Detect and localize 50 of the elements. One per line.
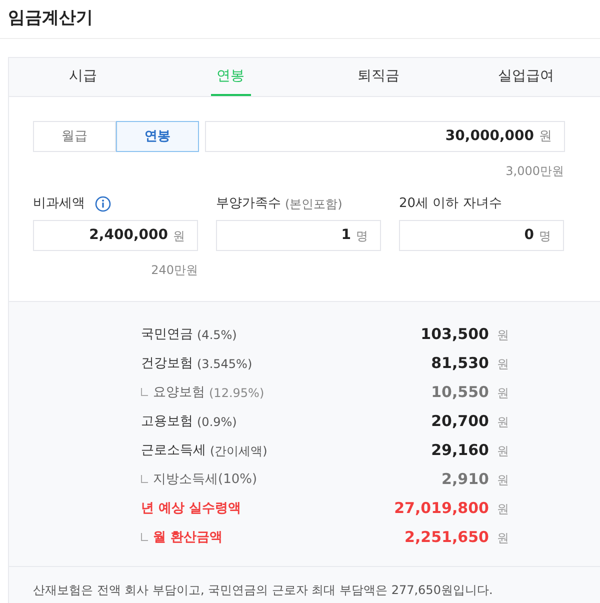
result-unit: 원 bbox=[497, 472, 509, 488]
result-unit: 원 bbox=[497, 326, 509, 344]
result-amount: 20,700 bbox=[431, 411, 489, 432]
result-label: 월 환산금액 bbox=[153, 528, 223, 547]
result-rate: (간이세액) bbox=[210, 443, 268, 460]
result-unit: 원 bbox=[497, 442, 509, 460]
pay-type-toggle[interactable]: 월급 bbox=[33, 121, 116, 152]
result-unit: 원 bbox=[497, 500, 509, 518]
footnote: 산재보험은 전액 회사 부담이고, 국민연금의 근로자 최대 부담액은 277,650원입니다. bbox=[33, 582, 494, 599]
corner-icon bbox=[141, 475, 148, 484]
result-amount: 103,500 bbox=[420, 324, 489, 346]
corner-icon bbox=[141, 533, 148, 542]
salary-hint: 3,000만원 bbox=[506, 163, 564, 180]
result-amount: 2,251,650 bbox=[404, 527, 489, 548]
field-label: 비과세액 bbox=[33, 195, 85, 214]
result-label: 지방소득세(10%) bbox=[153, 470, 258, 489]
number-input[interactable]: 0 명 bbox=[399, 220, 564, 251]
result-label: 국민연금 bbox=[141, 326, 193, 344]
result-unit: 원 bbox=[497, 384, 509, 402]
result-unit: 원 bbox=[497, 356, 509, 372]
result-unit: 원 bbox=[497, 414, 509, 430]
result-amount: 81,530 bbox=[431, 353, 489, 374]
tab[interactable]: 실업급여 bbox=[492, 58, 560, 96]
field-hint: 240만원 bbox=[151, 262, 198, 279]
result-label: 년 예상 실수령액 bbox=[141, 500, 242, 518]
result-label: 근로소득세 bbox=[141, 442, 206, 460]
field-label: 부양가족수 bbox=[216, 195, 281, 214]
tab[interactable]: 시급 bbox=[62, 58, 103, 96]
result-label: 건강보험 bbox=[141, 354, 193, 373]
number-input[interactable]: 2,400,000 원 bbox=[33, 220, 198, 251]
corner-icon bbox=[141, 388, 148, 396]
tab[interactable]: 퇴직금 bbox=[351, 58, 406, 96]
result-rate: (0.9%) bbox=[197, 414, 237, 432]
page-title: 임금계산기 bbox=[8, 7, 93, 30]
info-icon[interactable] bbox=[95, 196, 111, 212]
field-note: (본인포함) bbox=[285, 196, 342, 213]
result-rate: (4.5%) bbox=[197, 327, 237, 344]
result-label: 요양보험 bbox=[153, 384, 205, 402]
result-unit: 원 bbox=[497, 530, 509, 546]
number-input[interactable]: 1 명 bbox=[216, 220, 381, 251]
result-label: 고용보험 bbox=[141, 412, 193, 431]
result-amount: 10,550 bbox=[431, 382, 489, 404]
result-amount: 2,910 bbox=[442, 469, 489, 490]
pay-type-toggle[interactable]: 연봉 bbox=[116, 121, 199, 152]
result-amount: 27,019,800 bbox=[394, 498, 489, 520]
field-label: 20세 이하 자녀수 bbox=[399, 195, 502, 214]
result-rate: (12.95%) bbox=[209, 385, 264, 402]
result-amount: 29,160 bbox=[431, 440, 489, 462]
salary-input[interactable]: 30,000,000 원 bbox=[205, 121, 565, 152]
result-rate: (3.545%) bbox=[197, 356, 252, 374]
